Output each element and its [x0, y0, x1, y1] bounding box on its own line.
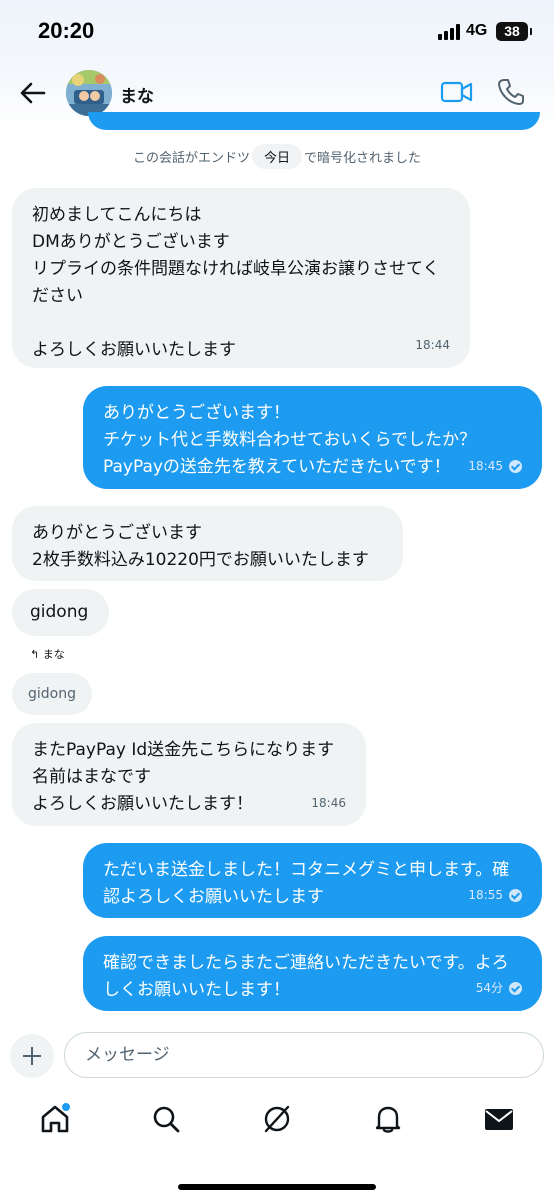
message-time: 18:45 [468, 459, 503, 473]
network-type: 4G [466, 22, 488, 39]
phone-icon[interactable] [496, 77, 526, 107]
message-meta: 18:44 [415, 332, 450, 359]
encryption-notice-text-after: で暗号化されました [304, 151, 422, 166]
date-pill: 今日 [251, 144, 302, 169]
message-text: ありがとうございます！ チケット代と手数料合わせておいくらでしたか？ PayPa… [103, 403, 476, 477]
back-arrow-icon[interactable] [18, 78, 48, 108]
status-bar: 20:20 4G 38 [0, 0, 554, 62]
reply-to-name: まな [42, 648, 65, 661]
battery-icon: 38 [496, 22, 532, 41]
read-check-icon [509, 982, 522, 995]
message-time: 18:55 [468, 888, 503, 902]
encryption-notice: この会話がエンドツ 今日 で暗号化されました [0, 144, 554, 169]
tab-bar [0, 1096, 554, 1200]
reply-icon: ↰ [30, 648, 43, 661]
messages-envelope-icon[interactable] [482, 1102, 516, 1136]
message-meta: 54分 [476, 975, 522, 1002]
message-text: ただいま送金しました！コタニメグミと申します。確認よろしくお願いいたします [103, 860, 510, 907]
message-text: 確認できましたらまたご連絡いただきたいです。よろしくお願いいたします！ [103, 953, 509, 1000]
quoted-message[interactable]: gidong [12, 673, 92, 715]
message-bubble-outgoing[interactable]: ただいま送金しました！コタニメグミと申します。確認よろしくお願いいたします 18… [83, 843, 542, 918]
status-time: 20:20 [38, 18, 95, 43]
message-text: 初めましてこんにちは DMありがとうございます リプライの条件問題なければ岐阜公… [32, 205, 440, 360]
message-time: 54分 [475, 981, 503, 995]
message-meta: 18:55 [468, 882, 522, 909]
video-camera-icon[interactable] [440, 78, 474, 106]
home-notification-dot [62, 1103, 70, 1111]
message-input[interactable] [64, 1032, 544, 1078]
message-bubble-incoming[interactable]: 初めましてこんにちは DMありがとうございます リプライの条件問題なければ岐阜公… [12, 188, 470, 368]
message-bubble-incoming[interactable]: ありがとうございます 2枚手数料込み10220円でお願いいたします [12, 506, 403, 581]
message-time: 18:44 [415, 338, 450, 352]
message-meta: 18:45 [468, 453, 522, 480]
message-text: gidong [30, 602, 89, 622]
reply-context: ↰ まな [30, 646, 65, 662]
message-meta: 18:46 [311, 790, 346, 817]
message-text: ありがとうございます 2枚手数料込み10220円でお願いいたします [32, 523, 369, 570]
grok-icon[interactable] [260, 1102, 294, 1136]
notifications-bell-icon[interactable] [371, 1102, 405, 1136]
avatar[interactable] [66, 70, 112, 116]
read-check-icon [509, 460, 522, 473]
message-bubble-incoming[interactable]: gidong [12, 589, 109, 636]
message-bubble-incoming[interactable]: またPayPay Id送金先こちらになります 名前はまなです よろしくお願いいた… [12, 723, 366, 826]
home-indicator [178, 1184, 376, 1190]
contact-name[interactable]: まな [120, 82, 154, 107]
avatar-image [66, 70, 112, 116]
signal-icon [438, 24, 460, 40]
read-check-icon [509, 889, 522, 902]
message-time: 18:46 [311, 796, 346, 810]
message-bubble-outgoing[interactable]: 確認できましたらまたご連絡いただきたいです。よろしくお願いいたします！ 54分 [83, 936, 542, 1011]
add-media-button[interactable] [10, 1034, 54, 1078]
message-text: またPayPay Id送金先こちらになります 名前はまなです よろしくお願いいた… [32, 740, 335, 814]
message-bubble-outgoing[interactable]: ありがとうございます！ チケット代と手数料合わせておいくらでしたか？ PayPa… [83, 386, 542, 489]
previous-message-bubble[interactable] [88, 112, 540, 130]
encryption-notice-text-before: この会話がエンドツ [132, 151, 250, 166]
search-icon[interactable] [149, 1102, 183, 1136]
